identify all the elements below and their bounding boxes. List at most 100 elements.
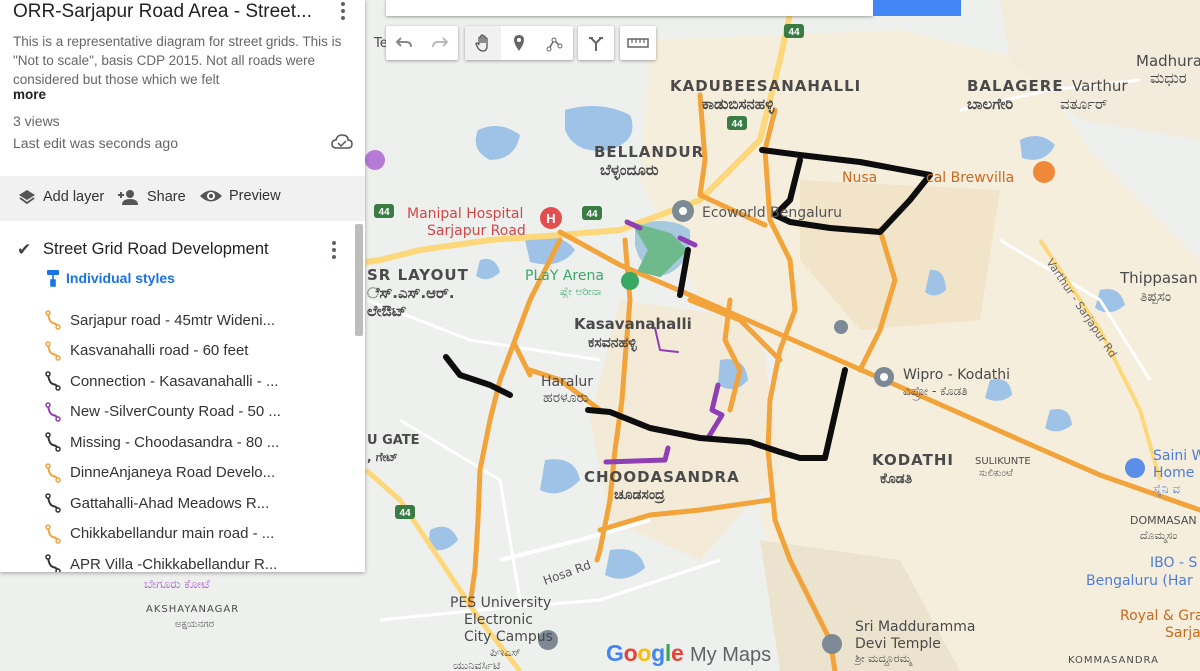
svg-text:Devi Temple: Devi Temple — [855, 636, 941, 652]
view-count: 3 views — [13, 113, 60, 129]
svg-text:SR LAYOUT: SR LAYOUT — [367, 266, 469, 284]
svg-text:Sarja: Sarja — [1165, 625, 1200, 641]
panel-actions: Add layer Share Preview — [0, 176, 365, 221]
svg-text:BELLANDUR: BELLANDUR — [594, 143, 704, 161]
feature-item[interactable]: New -SilverCounty Road - 50 ... — [44, 401, 281, 423]
redo-icon[interactable] — [422, 26, 458, 60]
svg-text:44: 44 — [399, 508, 411, 519]
svg-text:Wipro - Kodathi: Wipro - Kodathi — [903, 367, 1010, 383]
preview-button[interactable]: Preview — [199, 188, 281, 204]
svg-text:ಕೊಡತಿ: ಕೊಡತಿ — [880, 471, 913, 487]
feature-label: Chikkabellandur main road - ... — [70, 525, 275, 542]
add-layer-button[interactable]: Add layer — [17, 188, 104, 206]
google-logo: Google — [606, 640, 684, 666]
line-feature-icon — [45, 493, 61, 513]
svg-text:PES University: PES University — [450, 595, 551, 611]
feature-item[interactable]: Gattahalli-Ahad Meadows R... — [44, 492, 269, 514]
feature-label: Sarjapur road - 45mtr Wideni... — [70, 311, 276, 329]
eye-icon — [200, 190, 222, 202]
line-feature-icon — [45, 371, 61, 391]
svg-text:44: 44 — [378, 207, 390, 218]
map-description[interactable]: This is a representative diagram for str… — [13, 32, 343, 89]
layers-icon — [19, 190, 35, 205]
svg-text:44: 44 — [731, 119, 743, 130]
line-feature-icon — [45, 462, 61, 483]
line-feature-icon — [45, 310, 61, 330]
draw-line-icon[interactable] — [537, 26, 573, 60]
svg-text:Thippasan: Thippasan — [1119, 269, 1198, 287]
panel-scrollbar[interactable] — [355, 224, 363, 336]
svg-text:Ecoworld Bengaluru: Ecoworld Bengaluru — [702, 205, 842, 221]
svg-text:Manipal Hospital: Manipal Hospital — [407, 206, 523, 222]
directions-icon[interactable] — [578, 26, 614, 60]
feature-item[interactable]: APR Villa -Chikkabellandur R... — [44, 553, 277, 572]
svg-text:ಅಕ್ಷಯನಗರ: ಅಕ್ಷಯನಗರ — [175, 619, 214, 630]
share-button[interactable]: Share — [117, 188, 186, 206]
svg-text:ಲೇಔಟ್: ಲೇಔಟ್ — [367, 302, 407, 320]
svg-text:IBO - S: IBO - S — [1150, 555, 1197, 571]
layer-header: ✔ Street Grid Road Development — [17, 238, 347, 262]
cloud-saved-icon — [331, 134, 353, 155]
feature-item[interactable]: Missing - Choodasandra - 80 ... — [44, 431, 279, 453]
feature-item[interactable]: Chikkabellandur main road - ... — [44, 523, 274, 545]
svg-text:KOMMASANDRA: KOMMASANDRA — [1068, 655, 1159, 666]
feature-item[interactable]: Sarjapur road - 45mtr Wideni... — [44, 309, 275, 331]
svg-text:ಕಾಡುಬಿಸನಹಳ್ಳಿ: ಕಾಡುಬಿಸನಹಳ್ಳಿ — [702, 95, 775, 115]
svg-text:H: H — [546, 211, 555, 226]
individual-styles-link[interactable]: Individual styles — [46, 269, 175, 287]
hand-icon[interactable] — [465, 26, 501, 60]
feature-item[interactable]: Kasvanahalli road - 60 feet — [44, 340, 248, 362]
svg-text:Varthur: Varthur — [1072, 77, 1128, 95]
svg-text:ಶ್ರೀ ಮದ್ದೂರಮ್ಮ: ಶ್ರೀ ಮದ್ದೂರಮ್ಮ — [853, 652, 914, 666]
svg-text:44: 44 — [586, 209, 598, 220]
line-feature-icon — [45, 401, 61, 422]
svg-text:Kasavanahalli: Kasavanahalli — [574, 315, 692, 333]
layer-visibility-checkbox[interactable]: ✔ — [17, 240, 31, 260]
ruler-toolbar — [620, 26, 656, 60]
svg-text:ಬಾಲಗೇರಿ: ಬಾಲಗೇರಿ — [967, 95, 1013, 113]
svg-text:KADUBEESANAHALLI: KADUBEESANAHALLI — [670, 77, 861, 95]
map-title[interactable]: ORR-Sarjapur Road Area - Street... — [13, 1, 312, 23]
svg-text:Haralur: Haralur — [541, 374, 593, 390]
svg-text:KODATHI: KODATHI — [872, 451, 954, 469]
svg-text:Royal & Gra: Royal & Gra — [1120, 608, 1200, 624]
layer-options-icon[interactable] — [332, 241, 338, 259]
svg-text:AKSHAYANAGAR: AKSHAYANAGAR — [146, 604, 239, 615]
svg-text:ಬೆಳ್ಳಂದೂರು: ಬೆಳ್ಳಂದೂರು — [600, 161, 659, 181]
svg-text:ವಿಪ್ರೋ - ಕೊಡತಿ: ವಿಪ್ರೋ - ಕೊಡತಿ — [903, 384, 968, 400]
feature-item[interactable]: DinneAnjaneya Road Develo... — [44, 462, 275, 484]
history-toolbar — [386, 26, 458, 60]
add-person-icon — [118, 190, 138, 205]
svg-text:ದೊಮ್ಮಸಂ: ದೊಮ್ಮಸಂ — [1140, 529, 1177, 542]
layer-title[interactable]: Street Grid Road Development — [43, 240, 269, 259]
svg-text:Home: Home — [1153, 465, 1194, 481]
svg-text:DOMMASAN: DOMMASAN — [1130, 514, 1197, 527]
feature-label: New -SilverCounty Road - 50 ... — [70, 403, 281, 420]
more-link[interactable]: more — [13, 87, 46, 102]
svg-text:Saini W: Saini W — [1153, 448, 1200, 464]
svg-text:ಚೂಡಸಂದ್ರ: ಚೂಡಸಂದ್ರ — [614, 487, 665, 504]
draw-toolbar — [465, 26, 573, 60]
svg-text:, ಗೇಟ್: , ಗೇಟ್ — [367, 450, 398, 464]
ruler-icon[interactable] — [620, 26, 656, 60]
search-button[interactable] — [873, 0, 961, 16]
svg-text:ಮಧುರ: ಮಧುರ — [1150, 69, 1187, 87]
feature-label: Kasvanahalli road - 60 feet — [70, 342, 249, 359]
svg-text:cal Brewvilla: cal Brewvilla — [926, 170, 1014, 186]
svg-text:Madhura: Madhura — [1136, 52, 1200, 70]
svg-text:CHOODASANDRA: CHOODASANDRA — [584, 468, 740, 486]
svg-text:44: 44 — [788, 27, 800, 38]
map-options-icon[interactable] — [337, 0, 351, 22]
feature-label: Connection - Kasavanahalli - ... — [70, 372, 279, 390]
map-details-panel: ORR-Sarjapur Road Area - Street... This … — [0, 0, 365, 572]
search-input[interactable] — [386, 0, 873, 16]
undo-icon[interactable] — [386, 26, 422, 60]
svg-text:Electronic: Electronic — [464, 612, 533, 628]
feature-item[interactable]: Connection - Kasavanahalli - ... — [44, 370, 278, 392]
marker-icon[interactable] — [501, 26, 537, 60]
svg-text:ವರ್ತೂರ್: ವರ್ತೂರ್ — [1060, 95, 1108, 113]
svg-text:ಬೇಗೂರು ಕೋಟೆ: ಬೇಗೂರು ಕೋಟೆ — [144, 577, 210, 591]
feature-label: Missing - Choodasandra - 80 ... — [70, 433, 280, 451]
line-feature-icon — [45, 554, 61, 572]
directions-toolbar — [578, 26, 614, 60]
